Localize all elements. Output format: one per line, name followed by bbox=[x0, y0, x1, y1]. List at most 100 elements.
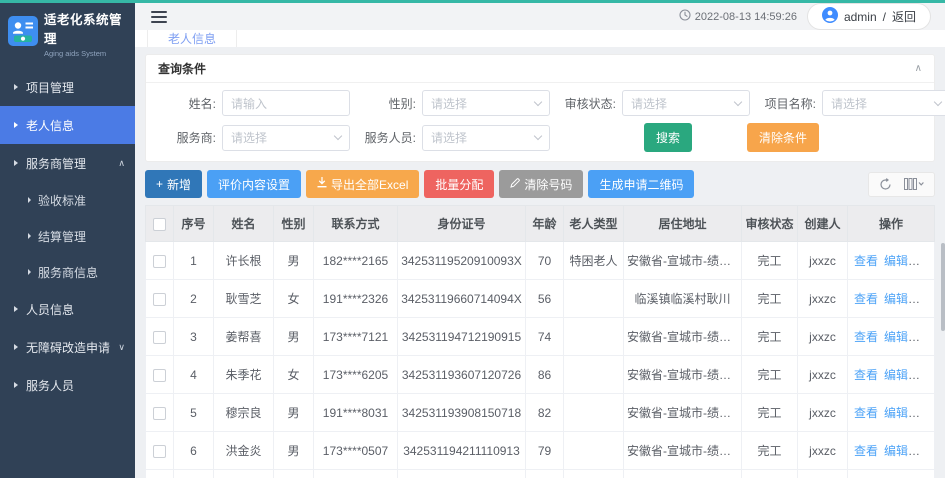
vertical-scrollbar[interactable] bbox=[941, 243, 945, 331]
edit-link[interactable]: 编辑 bbox=[884, 406, 908, 420]
audit-status-select[interactable]: 请选择 bbox=[622, 90, 750, 116]
gender-select[interactable]: 请选择 bbox=[422, 90, 550, 116]
view-link[interactable]: 查看 bbox=[854, 444, 878, 458]
chevron-down-icon: ∨ bbox=[118, 342, 125, 353]
generate-qrcode-button[interactable]: 生成申请二维码 bbox=[588, 170, 694, 198]
row-checkbox[interactable] bbox=[153, 445, 166, 458]
tab-elder-info[interactable]: 老人信息 bbox=[147, 30, 237, 47]
row-checkbox[interactable] bbox=[153, 369, 166, 382]
row-checkbox[interactable] bbox=[153, 331, 166, 344]
cell-id_card: 342531194211110913 bbox=[398, 432, 526, 470]
select-caret-icon bbox=[734, 97, 742, 105]
cell-gender: 男 bbox=[274, 432, 314, 470]
table-body: 1许长根男182****216534253119520910093X70特困老人… bbox=[146, 242, 935, 478]
clear-conditions-button[interactable]: 清除条件 bbox=[747, 123, 819, 152]
cell-phone: 182****2165 bbox=[314, 242, 398, 280]
cell-seq: 2 bbox=[174, 280, 214, 318]
cell-seq: 3 bbox=[174, 318, 214, 356]
sidebar-item-project-mgmt[interactable]: 项目管理 bbox=[0, 68, 135, 106]
search-button[interactable]: 搜索 bbox=[644, 123, 692, 152]
clock-icon bbox=[679, 9, 691, 24]
row-select-cell bbox=[146, 394, 174, 432]
row-checkbox[interactable] bbox=[153, 293, 166, 306]
app-subtitle: Aging aids System bbox=[44, 49, 127, 58]
app-logo-icon bbox=[8, 16, 38, 51]
clear-phone-button[interactable]: 清除号码 bbox=[499, 170, 583, 198]
query-panel-header: 查询条件 ∧ bbox=[146, 55, 934, 83]
batch-assign-button[interactable]: 批量分配 bbox=[424, 170, 494, 198]
cell-status: 完工 bbox=[742, 318, 798, 356]
batch-assign-label: 批量分配 bbox=[435, 176, 483, 193]
cell-seq: 6 bbox=[174, 432, 214, 470]
add-button-label: 新增 bbox=[167, 176, 191, 193]
pen-icon bbox=[510, 177, 520, 191]
content-area: 查询条件 ∧ 姓名: 请输入 性别: 请选择 审核状态: 请选择 bbox=[135, 47, 945, 478]
sidebar-item-service-staff[interactable]: 服务人员 bbox=[0, 366, 135, 404]
sidebar-item-accessibility-application[interactable]: 无障碍改造申请 ∨ bbox=[0, 328, 135, 366]
row-select-cell bbox=[146, 432, 174, 470]
chevron-up-icon: ∧ bbox=[118, 158, 125, 169]
column-header-10: 创建人 bbox=[798, 206, 848, 242]
cell-phone: 191****8031 bbox=[314, 394, 398, 432]
name-input[interactable]: 请输入 bbox=[222, 90, 350, 116]
cell-type bbox=[564, 280, 624, 318]
hamburger-icon[interactable] bbox=[151, 8, 167, 26]
edit-link[interactable]: 编辑 bbox=[884, 254, 908, 268]
cell-gender: 男 bbox=[274, 318, 314, 356]
cell-creator: jxxzc bbox=[798, 432, 848, 470]
view-link[interactable]: 查看 bbox=[854, 406, 878, 420]
sidebar-item-elder-info[interactable]: 老人信息 bbox=[0, 106, 135, 144]
cell-id_card: 342531193908150718 bbox=[398, 394, 526, 432]
edit-link[interactable]: 编辑 bbox=[884, 368, 908, 382]
cell-age: 82 bbox=[526, 394, 564, 432]
column-header-5: 身份证号 bbox=[398, 206, 526, 242]
sidebar-subitem-settlement-mgmt[interactable]: 结算管理 bbox=[0, 218, 135, 254]
row-checkbox[interactable] bbox=[153, 407, 166, 420]
cell-age: 86 bbox=[526, 356, 564, 394]
sidebar-item-personnel-info[interactable]: 人员信息 bbox=[0, 290, 135, 328]
sidebar-subitem-acceptance-standard[interactable]: 验收标准 bbox=[0, 182, 135, 218]
caret-right-icon bbox=[14, 344, 18, 350]
view-link[interactable]: 查看 bbox=[854, 330, 878, 344]
column-header-2: 姓名 bbox=[214, 206, 274, 242]
row-select-cell bbox=[146, 470, 174, 478]
caret-right-icon bbox=[14, 122, 18, 128]
view-link[interactable]: 查看 bbox=[854, 292, 878, 306]
export-excel-button[interactable]: 导出全部Excel bbox=[306, 170, 419, 198]
cell-phone: 173****6205 bbox=[314, 356, 398, 394]
edit-link[interactable]: 编辑 bbox=[884, 330, 908, 344]
project-name-select[interactable]: 请选择 bbox=[822, 90, 945, 116]
cell-name: 姜帮喜 bbox=[214, 318, 274, 356]
sidebar-item-provider-mgmt[interactable]: 服务商管理 ∧ bbox=[0, 144, 135, 182]
table-row: 3姜帮喜男173****712134253119471219091574安徽省-… bbox=[146, 318, 935, 356]
sidebar-subitem-provider-info[interactable]: 服务商信息 bbox=[0, 254, 135, 290]
edit-link[interactable]: 编辑 bbox=[884, 292, 908, 306]
row-select-cell bbox=[146, 280, 174, 318]
provider-select[interactable]: 请选择 bbox=[222, 125, 350, 151]
refresh-icon[interactable] bbox=[879, 178, 892, 191]
service-staff-select-placeholder: 请选择 bbox=[431, 129, 467, 146]
export-excel-label: 导出全部Excel bbox=[331, 176, 408, 193]
sidebar-subitem-label: 验收标准 bbox=[38, 192, 86, 209]
back-link[interactable]: 返回 bbox=[892, 8, 916, 25]
user-menu[interactable]: admin / 返回 bbox=[807, 3, 931, 30]
select-all-checkbox[interactable] bbox=[153, 218, 166, 231]
add-button[interactable]: + 新增 bbox=[145, 170, 202, 198]
eval-content-settings-label: 评价内容设置 bbox=[218, 176, 290, 193]
cell-address: 安徽省-宣城市-绩溪县-临... bbox=[624, 432, 742, 470]
table-row: 5穆宗良男191****803134253119390815071882安徽省-… bbox=[146, 394, 935, 432]
cell-id_card: 342531193607120726 bbox=[398, 356, 526, 394]
columns-icon[interactable] bbox=[904, 178, 924, 190]
collapse-panel-icon[interactable]: ∧ bbox=[915, 63, 922, 74]
eval-content-settings-button[interactable]: 评价内容设置 bbox=[207, 170, 301, 198]
caret-right-icon bbox=[28, 233, 31, 239]
service-staff-select[interactable]: 请选择 bbox=[422, 125, 550, 151]
edit-link[interactable]: 编辑 bbox=[884, 444, 908, 458]
view-link[interactable]: 查看 bbox=[854, 254, 878, 268]
caret-right-icon bbox=[14, 84, 18, 90]
row-checkbox[interactable] bbox=[153, 255, 166, 268]
view-link[interactable]: 查看 bbox=[854, 368, 878, 382]
user-divider: / bbox=[883, 10, 886, 24]
sidebar-item-label: 老人信息 bbox=[26, 117, 74, 134]
service-staff-field-label: 服务人员: bbox=[358, 129, 416, 146]
